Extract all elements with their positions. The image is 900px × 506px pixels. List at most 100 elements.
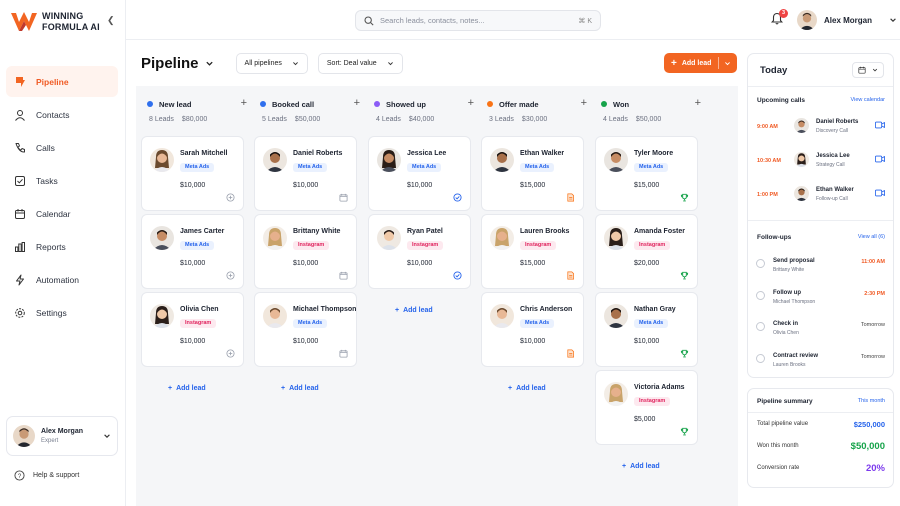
column-add-lead-link[interactable]: + Add lead [508, 385, 546, 392]
trophy-icon[interactable] [680, 271, 689, 280]
sidebar-item-automation[interactable]: Automation [6, 264, 118, 295]
follow-up-row[interactable]: Contract review Lauren Brooks Tomorrow [748, 351, 893, 379]
column-add-lead-link[interactable]: + Add lead [395, 307, 433, 314]
view-calendar-link[interactable]: View calendar [851, 97, 885, 103]
search-input[interactable] [380, 16, 573, 25]
lead-card[interactable]: Daniel Roberts Meta Ads $10,000 [254, 136, 357, 211]
summary-period-link[interactable]: This month [858, 398, 885, 404]
chevron-left-icon[interactable]: ❮ [107, 15, 115, 26]
sidebar-user-name: Alex Morgan [41, 428, 84, 435]
lead-card[interactable]: Chris Anderson Meta Ads $10,000 [481, 292, 584, 367]
user-icon [14, 109, 26, 121]
top-user-menu[interactable]: Alex Morgan [797, 10, 897, 30]
lead-card[interactable]: James Carter Meta Ads $10,000 [141, 214, 244, 289]
sort-label: Sort: Deal value [326, 60, 377, 67]
calendar-picker-button[interactable] [852, 62, 884, 78]
check-circle-icon[interactable] [453, 271, 462, 280]
lead-card[interactable]: Jessica Lee Meta Ads $10,000 [368, 136, 471, 211]
sidebar-item-calendar[interactable]: Calendar [6, 198, 118, 229]
column-title: Booked call [272, 99, 315, 109]
column-add-icon[interactable]: + [468, 97, 474, 109]
help-support-link[interactable]: ? Help & support [14, 470, 79, 481]
column-add-lead-label: Add lead [403, 307, 433, 314]
column-add-icon[interactable]: + [581, 97, 587, 109]
column-lead-count: 5 Leads [262, 116, 287, 123]
follow-up-row[interactable]: Check in Olivia Chen Tomorrow [748, 319, 893, 347]
lead-name: Jessica Lee [407, 150, 447, 157]
lead-card[interactable]: Nathan Gray Meta Ads $10,000 [595, 292, 698, 367]
document-icon[interactable] [566, 349, 575, 358]
column-add-lead-link[interactable]: + Add lead [622, 463, 660, 470]
follow-up-checkbox[interactable] [756, 290, 765, 300]
calendar-icon[interactable] [339, 271, 348, 280]
sidebar-item-calls[interactable]: Calls [6, 132, 118, 163]
upcoming-call-row[interactable]: 1:00 PM Ethan Walker Follow-up Call [748, 186, 893, 216]
sort-dropdown[interactable]: Sort: Deal value [317, 53, 403, 74]
search-box[interactable]: ⌘ K [355, 10, 601, 31]
stage-color-dot [487, 101, 493, 107]
chevron-down-icon[interactable] [724, 60, 731, 67]
add-lead-button[interactable]: + Add lead [664, 53, 737, 73]
search-shortcut: ⌘ K [578, 17, 592, 25]
sidebar-item-label: Tasks [36, 175, 58, 186]
column-title: Showed up [386, 99, 426, 109]
sidebar-item-settings[interactable]: Settings [6, 297, 118, 328]
add-circle-icon[interactable] [226, 271, 235, 280]
lead-card[interactable]: Ethan Walker Meta Ads $15,000 [481, 136, 584, 211]
column-add-lead-link[interactable]: + Add lead [281, 385, 319, 392]
lead-card[interactable]: Brittany White Instagram $10,000 [254, 214, 357, 289]
lead-card[interactable]: Ryan Patel Instagram $10,000 [368, 214, 471, 289]
sidebar-item-contacts[interactable]: Contacts [6, 99, 118, 130]
lead-card[interactable]: Tyler Moore Meta Ads $15,000 [595, 136, 698, 211]
summary-label: Won this month [757, 443, 799, 449]
chevron-down-icon[interactable] [205, 59, 214, 68]
document-icon[interactable] [566, 271, 575, 280]
avatar [604, 148, 628, 172]
sidebar-item-tasks[interactable]: Tasks [6, 165, 118, 196]
notifications-button[interactable]: 3 [770, 9, 788, 27]
pipeline-filter-dropdown[interactable]: All pipelines [235, 53, 308, 74]
lead-card[interactable]: Olivia Chen Instagram $10,000 [141, 292, 244, 367]
brand-logo[interactable]: WINNING FORMULA AI [10, 10, 100, 34]
column-add-icon[interactable]: + [695, 97, 701, 109]
trophy-icon[interactable] [680, 349, 689, 358]
column-add-lead-label: Add lead [630, 463, 660, 470]
upcoming-call-row[interactable]: 10:30 AM Jessica Lee Strategy Call [748, 152, 893, 182]
follow-up-row[interactable]: Send proposal Brittany White 11:00 AM [748, 256, 893, 284]
panel-divider [748, 220, 893, 221]
column-add-lead-link[interactable]: + Add lead [168, 385, 206, 392]
calendar-icon[interactable] [339, 349, 348, 358]
add-circle-icon[interactable] [226, 349, 235, 358]
trophy-icon[interactable] [680, 427, 689, 436]
column-title: Offer made [499, 99, 539, 109]
lead-card[interactable]: Michael Thompson Meta Ads $10,000 [254, 292, 357, 367]
video-camera-icon[interactable] [875, 155, 885, 165]
lead-value: $10,000 [634, 338, 660, 345]
follow-ups-title: Follow-ups [757, 234, 792, 241]
lead-card[interactable]: Victoria Adams Instagram $5,000 [595, 370, 698, 445]
sidebar-item-pipeline[interactable]: Pipeline [6, 66, 118, 97]
view-all-followups-link[interactable]: View all (6) [858, 234, 885, 240]
column-add-icon[interactable]: + [241, 97, 247, 109]
bar-chart-icon [14, 241, 26, 253]
sidebar-user-card[interactable]: Alex Morgan Expert [6, 416, 118, 456]
lead-name: Michael Thompson [293, 306, 357, 313]
column-add-icon[interactable]: + [354, 97, 360, 109]
trophy-icon[interactable] [680, 193, 689, 202]
check-circle-icon[interactable] [453, 193, 462, 202]
follow-up-checkbox[interactable] [756, 322, 765, 331]
sidebar-item-reports[interactable]: Reports [6, 231, 118, 262]
add-circle-icon[interactable] [226, 193, 235, 202]
video-camera-icon[interactable] [875, 121, 885, 131]
video-camera-icon[interactable] [875, 189, 885, 199]
follow-up-checkbox[interactable] [756, 259, 765, 268]
chevron-down-icon [292, 62, 298, 66]
document-icon[interactable] [566, 193, 575, 202]
lead-card[interactable]: Amanda Foster Instagram $20,000 [595, 214, 698, 289]
follow-up-checkbox[interactable] [756, 353, 765, 363]
upcoming-call-row[interactable]: 9:00 AM Daniel Roberts Discovery Call [748, 118, 893, 148]
calendar-icon[interactable] [339, 193, 348, 202]
lead-card[interactable]: Sarah Mitchell Meta Ads $10,000 [141, 136, 244, 211]
lead-card[interactable]: Lauren Brooks Instagram $15,000 [481, 214, 584, 289]
follow-up-row[interactable]: Follow up Michael Thompson 2:30 PM [748, 288, 893, 316]
